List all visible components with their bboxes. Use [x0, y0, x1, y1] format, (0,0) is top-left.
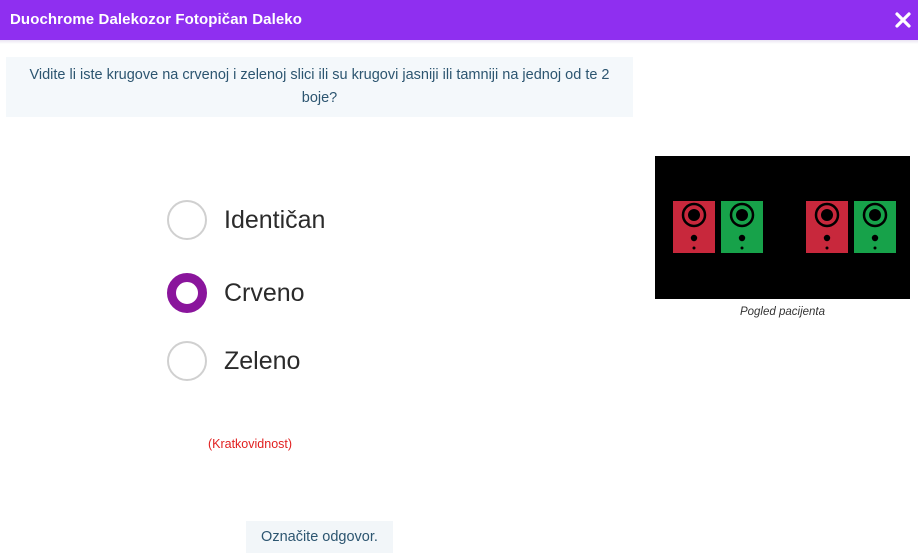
option-label-identican: Identičan — [224, 205, 326, 234]
duochrome-chart — [655, 156, 910, 299]
green-panel-right — [854, 201, 896, 253]
window-title: Duochrome Dalekozor Fotopičan Daleko — [10, 11, 302, 28]
answer-prompt: Označite odgovor. — [246, 521, 393, 553]
question-text: Vidite li iste krugove na crvenoj i zele… — [29, 67, 610, 106]
option-zeleno[interactable]: Zeleno — [167, 338, 300, 384]
green-panel-left — [721, 201, 763, 253]
option-identican[interactable]: Identičan — [167, 197, 325, 243]
radio-crveno[interactable] — [167, 273, 207, 313]
answer-prompt-text: Označite odgovor. — [261, 529, 378, 545]
hint-text: (Kratkovidnost) — [207, 437, 293, 451]
patient-view-caption: Pogled pacijenta — [739, 306, 826, 318]
patient-view-image — [655, 156, 910, 299]
option-label-crveno: Crveno — [224, 278, 305, 307]
title-bar: Duochrome Dalekozor Fotopičan Daleko — [0, 0, 918, 40]
option-crveno[interactable]: Crveno — [167, 270, 305, 316]
radio-zeleno[interactable] — [167, 341, 207, 381]
red-panel-left — [673, 201, 715, 253]
close-button[interactable] — [888, 0, 918, 40]
close-icon — [895, 12, 911, 28]
question-box: Vidite li iste krugove na crvenoj i zele… — [6, 57, 633, 117]
title-bar-shadow — [0, 40, 918, 44]
red-panel-right — [806, 201, 848, 253]
option-label-zeleno: Zeleno — [224, 346, 301, 375]
radio-identican[interactable] — [167, 200, 207, 240]
